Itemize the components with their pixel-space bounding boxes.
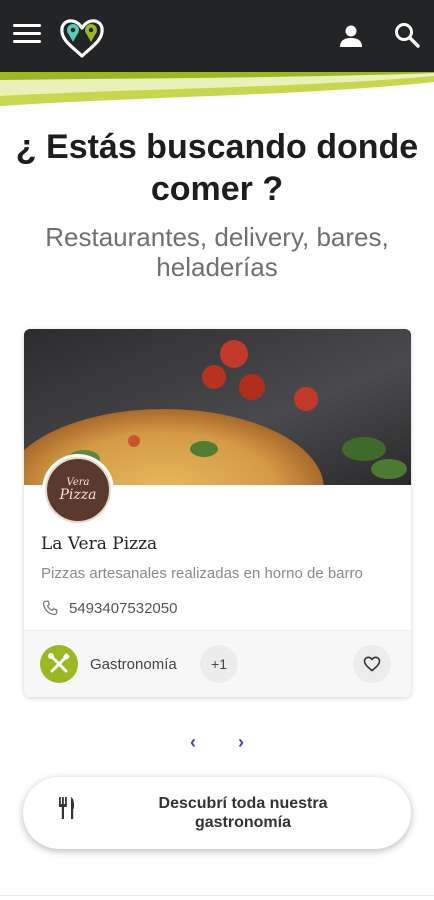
fork-knife-icon — [59, 797, 75, 819]
hamburger-menu-icon[interactable] — [13, 24, 43, 50]
top-app-bar — [0, 0, 434, 74]
carousel-next-button[interactable]: › — [229, 730, 253, 754]
header-wave-decoration — [0, 72, 434, 106]
fork-knife-cross-icon — [48, 653, 70, 673]
page-title: ¿ Estás buscando donde comer ? — [15, 128, 419, 208]
category-label[interactable]: Gastronomía — [90, 656, 177, 673]
logo-text-bottom: Pizza — [59, 487, 97, 503]
card-footer: Gastronomía +1 — [24, 630, 411, 697]
user-icon[interactable] — [337, 22, 365, 50]
more-categories-badge[interactable]: +1 — [200, 645, 238, 683]
category-icon[interactable] — [40, 645, 78, 683]
page-subtitle: Restaurantes, delivery, bares, heladería… — [45, 222, 389, 282]
restaurant-card[interactable]: Vera Pizza La Vera Pizza Pizzas artesana… — [24, 329, 411, 697]
discover-gastronomy-button[interactable]: Descubrí toda nuestra gastronomía — [23, 777, 411, 849]
map-pin-heart-logo-icon[interactable] — [56, 16, 108, 60]
discover-gastronomy-label: Descubrí toda nuestra gastronomía — [158, 795, 328, 831]
favorite-button[interactable] — [353, 645, 391, 683]
page-divider — [0, 895, 434, 896]
restaurant-name[interactable]: La Vera Pizza — [41, 534, 157, 554]
restaurant-logo: Vera Pizza — [42, 454, 114, 526]
search-icon[interactable] — [392, 20, 422, 50]
phone-icon — [42, 600, 58, 616]
restaurant-phone[interactable]: 5493407532050 — [69, 600, 177, 617]
heart-icon — [363, 656, 381, 672]
carousel-prev-button[interactable]: ‹ — [181, 730, 205, 754]
restaurant-description: Pizzas artesanales realizadas en horno d… — [41, 565, 363, 582]
